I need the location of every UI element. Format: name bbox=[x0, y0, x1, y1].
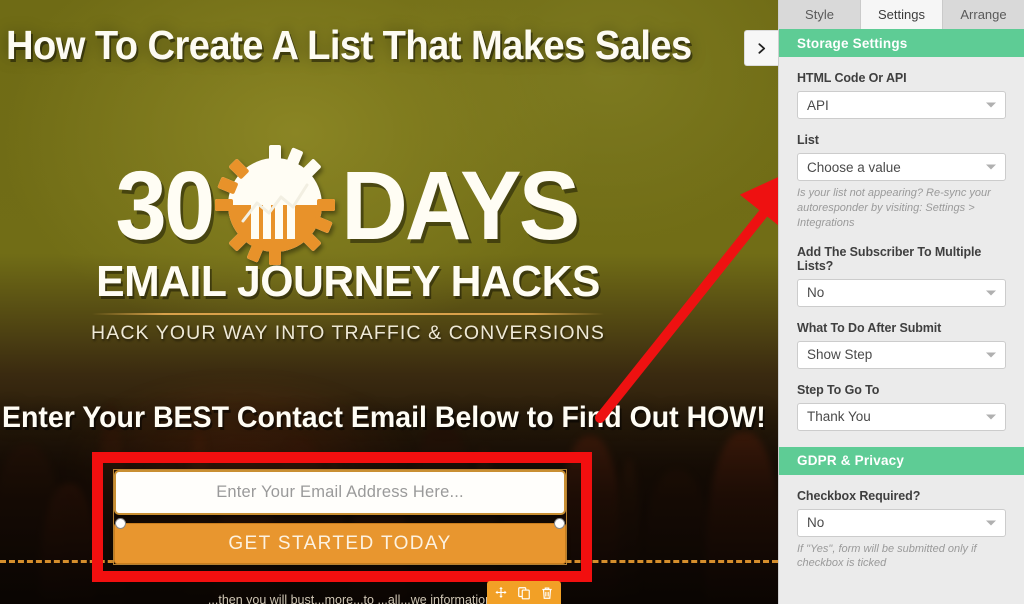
select-value-step-to-go-to: Thank You bbox=[807, 409, 871, 425]
chevron-down-icon bbox=[986, 290, 996, 296]
field-list: List Choose a value Is your list not app… bbox=[797, 133, 1006, 231]
gdpr-privacy-body: Checkbox Required? No If "Yes", form wil… bbox=[779, 489, 1024, 572]
select-after-submit[interactable]: Show Step bbox=[797, 340, 1006, 369]
annotation-highlight-box bbox=[92, 452, 592, 582]
field-label-after-submit: What To Do After Submit bbox=[797, 320, 942, 335]
select-value-html-code-or-api: API bbox=[807, 97, 829, 113]
tab-settings[interactable]: Settings bbox=[861, 0, 943, 29]
select-html-code-or-api[interactable]: API bbox=[797, 91, 1006, 119]
hint-checkbox-required: If "Yes", form will be submitted only if… bbox=[797, 542, 977, 570]
chevron-right-icon bbox=[758, 42, 766, 54]
logo-word: DAYS bbox=[340, 150, 580, 260]
storage-settings-body: HTML Code Or API API List Choose a value… bbox=[779, 71, 1024, 447]
chevron-down-icon bbox=[986, 164, 996, 170]
chevron-down-icon bbox=[986, 414, 996, 420]
tab-arrange[interactable]: Arrange bbox=[943, 0, 1024, 29]
page-subheadline[interactable]: Enter Your BEST Contact Email Below to F… bbox=[2, 402, 766, 434]
field-after-submit: What To Do After Submit Show Step bbox=[797, 321, 1006, 369]
logo-divider bbox=[92, 313, 604, 315]
select-step-to-go-to[interactable]: Thank You bbox=[797, 402, 1006, 431]
chevron-down-icon bbox=[986, 520, 996, 526]
select-value-multiple-lists: No bbox=[807, 285, 825, 301]
field-label-html-code-or-api: HTML Code Or API bbox=[797, 71, 907, 85]
element-toolbar[interactable] bbox=[487, 581, 561, 604]
logo-subtitle: EMAIL JOURNEY HACKS bbox=[96, 257, 600, 306]
resize-handle-right[interactable] bbox=[554, 518, 565, 529]
field-multiple-lists: Add The Subscriber To Multiple Lists? No bbox=[797, 245, 1006, 307]
field-label-step-to-go-to: Step To Go To bbox=[797, 382, 880, 397]
field-label-multiple-lists: Add The Subscriber To Multiple Lists? bbox=[797, 244, 982, 273]
field-label-list: List bbox=[797, 133, 819, 147]
move-icon[interactable] bbox=[494, 586, 508, 600]
section-header-storage-settings: Storage Settings bbox=[779, 29, 1024, 57]
gear-chart-icon bbox=[211, 141, 339, 269]
field-step-to-go-to: Step To Go To Thank You bbox=[797, 383, 1006, 431]
duplicate-icon[interactable] bbox=[517, 586, 531, 600]
page-headline[interactable]: How To Create A List That Makes Sales bbox=[6, 24, 692, 67]
logo-tagline: HACK YOUR WAY INTO TRAFFIC & CONVERSIONS bbox=[91, 322, 605, 344]
collapse-panel-button[interactable] bbox=[744, 30, 778, 66]
panel-tabs[interactable]: Style Settings Arrange bbox=[779, 0, 1024, 29]
select-value-after-submit: Show Step bbox=[807, 347, 873, 363]
delete-icon[interactable] bbox=[540, 586, 554, 600]
logo-number: 30 bbox=[115, 150, 215, 260]
builder-app: How To Create A List That Makes Sales 30 bbox=[0, 0, 1024, 604]
field-label-checkbox-required: Checkbox Required? bbox=[797, 488, 921, 503]
select-list[interactable]: Choose a value bbox=[797, 153, 1006, 181]
chevron-down-icon bbox=[986, 102, 996, 108]
settings-panel[interactable]: Style Settings Arrange Storage Settings … bbox=[778, 0, 1024, 604]
select-value-list: Choose a value bbox=[807, 159, 901, 175]
select-multiple-lists[interactable]: No bbox=[797, 278, 1006, 307]
field-checkbox-required: Checkbox Required? No If "Yes", form wil… bbox=[797, 489, 1006, 572]
resize-handle-left[interactable] bbox=[115, 518, 126, 529]
brand-logo[interactable]: 30 DAYS EMAIL JOURNEY HACKS HACK YOUR WA… bbox=[88, 145, 608, 345]
hint-list: Is your list not appearing? Re-sync your… bbox=[797, 187, 991, 229]
tab-style[interactable]: Style bbox=[779, 0, 861, 29]
field-html-code-or-api: HTML Code Or API API bbox=[797, 71, 1006, 119]
section-header-gdpr-privacy: GDPR & Privacy bbox=[779, 446, 1024, 475]
chevron-down-icon bbox=[986, 352, 996, 358]
logo-main-row: 30 DAYS bbox=[88, 145, 608, 265]
select-value-checkbox-required: No bbox=[807, 515, 825, 531]
page-preview-canvas[interactable]: How To Create A List That Makes Sales 30 bbox=[0, 0, 778, 604]
select-checkbox-required[interactable]: No bbox=[797, 508, 1006, 537]
